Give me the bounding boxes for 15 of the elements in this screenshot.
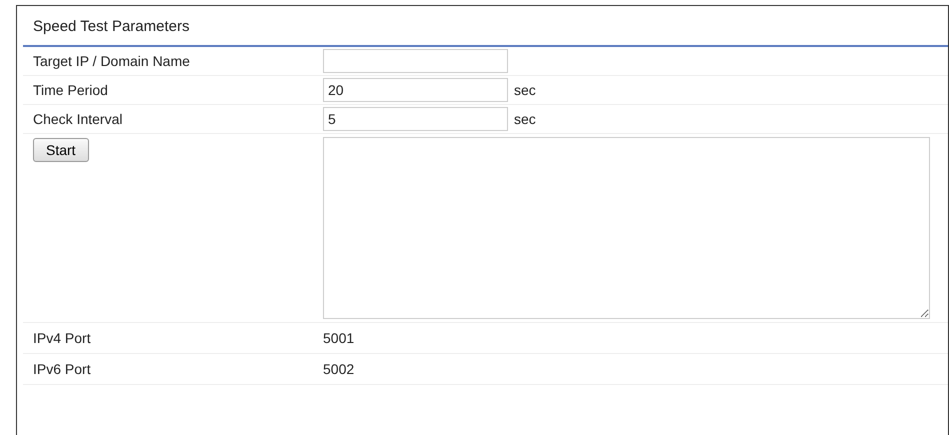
input-field[interactable]: 20: [323, 78, 508, 102]
output-area[interactable]: [323, 137, 930, 319]
unit-label: sec: [514, 82, 536, 98]
input-field[interactable]: 5: [323, 107, 508, 131]
input-field[interactable]: [323, 49, 508, 73]
field-label: IPv4 Port: [32, 330, 92, 346]
field-label: Time Period: [32, 82, 109, 98]
field-label: Target IP / Domain Name: [32, 53, 191, 69]
field-label: Check Interval: [32, 111, 124, 127]
field-value: 5002: [323, 361, 356, 377]
field-value: 5001: [323, 330, 356, 346]
start-button[interactable]: Start: [33, 138, 89, 162]
panel-title: Speed Test Parameters: [33, 18, 190, 35]
unit-label: sec: [514, 111, 536, 127]
field-label: IPv6 Port: [32, 361, 92, 377]
